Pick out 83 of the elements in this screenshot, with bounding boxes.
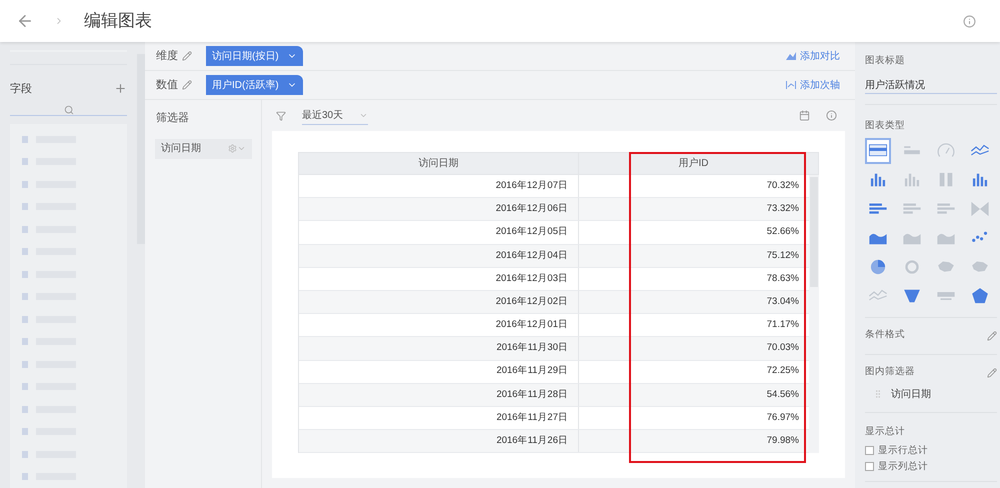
- table-cell: 2016年12月05日: [299, 221, 579, 244]
- table-cell-text: 76.97%: [766, 410, 800, 425]
- field-type-icon: [22, 158, 28, 166]
- filter-item[interactable]: 访问日期: [155, 138, 252, 158]
- table-cell-text: 52.66%: [766, 225, 800, 240]
- table-cell: 2016年12月02日: [299, 290, 579, 314]
- table-cell-text: 72.25%: [766, 364, 800, 378]
- section-label: 图内筛选器: [865, 365, 915, 380]
- table-cell-text: 75.12%: [766, 248, 800, 263]
- field-type-icon: [22, 383, 28, 390]
- column-header: 用户ID: [678, 156, 710, 171]
- table-cell: 2016年11月28日: [299, 384, 579, 406]
- info-icon[interactable]: [826, 110, 837, 121]
- table-cell-text: 78.63%: [766, 272, 800, 286]
- checkbox-label: 显示行总计: [878, 444, 928, 458]
- section-label: 图表类型: [865, 119, 906, 134]
- fields-heading: 字段: [10, 82, 32, 96]
- filter-chip[interactable]: 访问日期: [891, 386, 931, 402]
- table-cell: 2016年12月07日: [299, 175, 579, 198]
- section-label: 条件格式: [865, 328, 905, 342]
- field-search[interactable]: [10, 105, 127, 116]
- checkbox[interactable]: [865, 446, 874, 456]
- table-cell: 2016年12月06日: [299, 198, 579, 220]
- checkbox-label: 显示列总计: [878, 460, 928, 474]
- section-label: 显示总计: [865, 424, 906, 438]
- table-cell-text: 71.17%: [766, 318, 800, 332]
- table-cell-text: 73.32%: [766, 202, 800, 216]
- edit-icon[interactable]: [182, 51, 192, 61]
- chart-title-field[interactable]: 用户活跃情况: [865, 76, 997, 94]
- scrollbar[interactable]: [810, 177, 818, 287]
- axis-icon: [786, 81, 796, 89]
- chevron-down-icon[interactable]: [237, 144, 246, 153]
- field-type-icon: [22, 248, 28, 256]
- shelf-label: 维度: [156, 48, 178, 64]
- field-type-icon: [22, 406, 28, 413]
- table-cell-text: 70.03%: [766, 341, 800, 356]
- table-cell-text: 73.04%: [766, 294, 800, 309]
- table-cell: 2016年11月30日: [299, 337, 579, 360]
- mountain-icon: [786, 52, 796, 60]
- section-label: 图表标题: [865, 54, 906, 68]
- table-cell-text: 70.32%: [766, 178, 800, 193]
- add-icon[interactable]: [114, 82, 127, 96]
- field-type-icon: [22, 293, 28, 300]
- field-type-icon: [22, 180, 28, 188]
- shelf-action-link[interactable]: 添加对比: [800, 48, 840, 64]
- filter-icon: [276, 110, 286, 120]
- info-icon[interactable]: [963, 14, 976, 28]
- field-type-icon: [22, 203, 28, 210]
- shelf-action-link[interactable]: 添加次轴: [800, 78, 840, 92]
- table-cell: 2016年12月04日: [299, 244, 579, 267]
- field-type-icon: [22, 226, 28, 233]
- chart-type-option[interactable]: [865, 138, 891, 164]
- drag-handle-icon[interactable]: [873, 389, 883, 399]
- table-cell: 2016年11月29日: [299, 360, 579, 383]
- checkbox[interactable]: [865, 462, 874, 472]
- column-header: 访问日期: [299, 153, 579, 174]
- gear-icon[interactable]: [228, 144, 237, 153]
- page-title: 编辑图表: [84, 10, 152, 32]
- field-type-icon: [22, 450, 28, 458]
- field-pill[interactable]: 访问日期(按日): [206, 46, 303, 66]
- field-pill[interactable]: 用户ID(活跃率): [206, 75, 303, 95]
- table-cell: 2016年11月27日: [299, 406, 579, 430]
- table-cell: 2016年11月26日: [299, 430, 579, 452]
- back-icon[interactable]: [16, 12, 34, 30]
- field-type-icon: [22, 270, 28, 278]
- filters-heading: 筛选器: [156, 111, 190, 126]
- table-cell-text: 54.56%: [766, 388, 800, 402]
- export-icon[interactable]: [799, 110, 810, 121]
- field-type-icon: [22, 136, 28, 143]
- edit-icon[interactable]: [182, 80, 192, 90]
- edit-icon[interactable]: [987, 330, 997, 340]
- shelf-label: 数值: [156, 78, 178, 93]
- search-icon: [64, 105, 74, 115]
- field-type-icon: [22, 360, 28, 368]
- field-type-icon: [22, 473, 28, 480]
- date-range-dropdown[interactable]: 最近30天: [302, 106, 368, 124]
- field-type-icon: [22, 338, 28, 346]
- table-cell: 2016年12月03日: [299, 268, 579, 290]
- edit-icon[interactable]: [987, 368, 997, 378]
- table-cell: 2016年12月01日: [299, 314, 579, 336]
- table-cell-text: 79.98%: [766, 434, 800, 448]
- field-type-icon: [22, 316, 28, 323]
- field-type-icon: [22, 428, 28, 436]
